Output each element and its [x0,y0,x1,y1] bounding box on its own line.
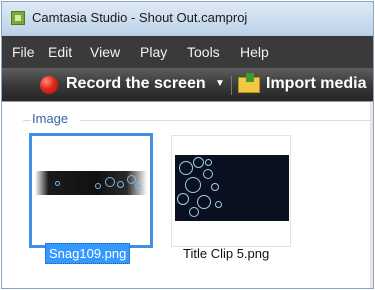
menu-play[interactable]: Play [140,44,167,60]
group-divider [80,120,373,121]
toolbar-separator [231,76,232,95]
clip-thumbnail-snag109[interactable] [29,133,153,248]
record-icon [40,76,58,94]
thumbnail-image [175,155,289,221]
folder-import-icon [238,73,260,93]
thumbnail-image [35,171,147,195]
group-label-image: Image [32,111,73,126]
record-screen-label: Record the screen [66,75,206,92]
menu-view[interactable]: View [90,44,120,60]
camtasia-icon [11,11,25,25]
app-window: Camtasia Studio - Shout Out.camproj File… [1,1,374,289]
group-divider-left [23,120,31,121]
toolbar: Record the screen ▼ Import media [2,68,373,102]
scrollbar-edge[interactable] [370,102,373,288]
clip-name-snag109[interactable]: Snag109.png [45,243,131,264]
menu-tools[interactable]: Tools [187,44,220,60]
clip-thumbnail-title-clip-5[interactable] [171,135,291,247]
import-media-label: Import media [266,75,367,92]
chevron-down-icon[interactable]: ▼ [215,78,225,89]
clip-name-title-clip-5[interactable]: Title Clip 5.png [183,246,269,261]
title-bar[interactable]: Camtasia Studio - Shout Out.camproj [2,2,373,36]
menu-edit[interactable]: Edit [48,44,72,60]
clip-bin[interactable]: Image Snag109.png Title Clip 5.png [2,102,373,288]
menu-file[interactable]: File [12,44,35,60]
menu-bar: File Edit View Play Tools Help [2,36,373,68]
window-title: Camtasia Studio - Shout Out.camproj [32,10,248,25]
menu-help[interactable]: Help [240,44,269,60]
